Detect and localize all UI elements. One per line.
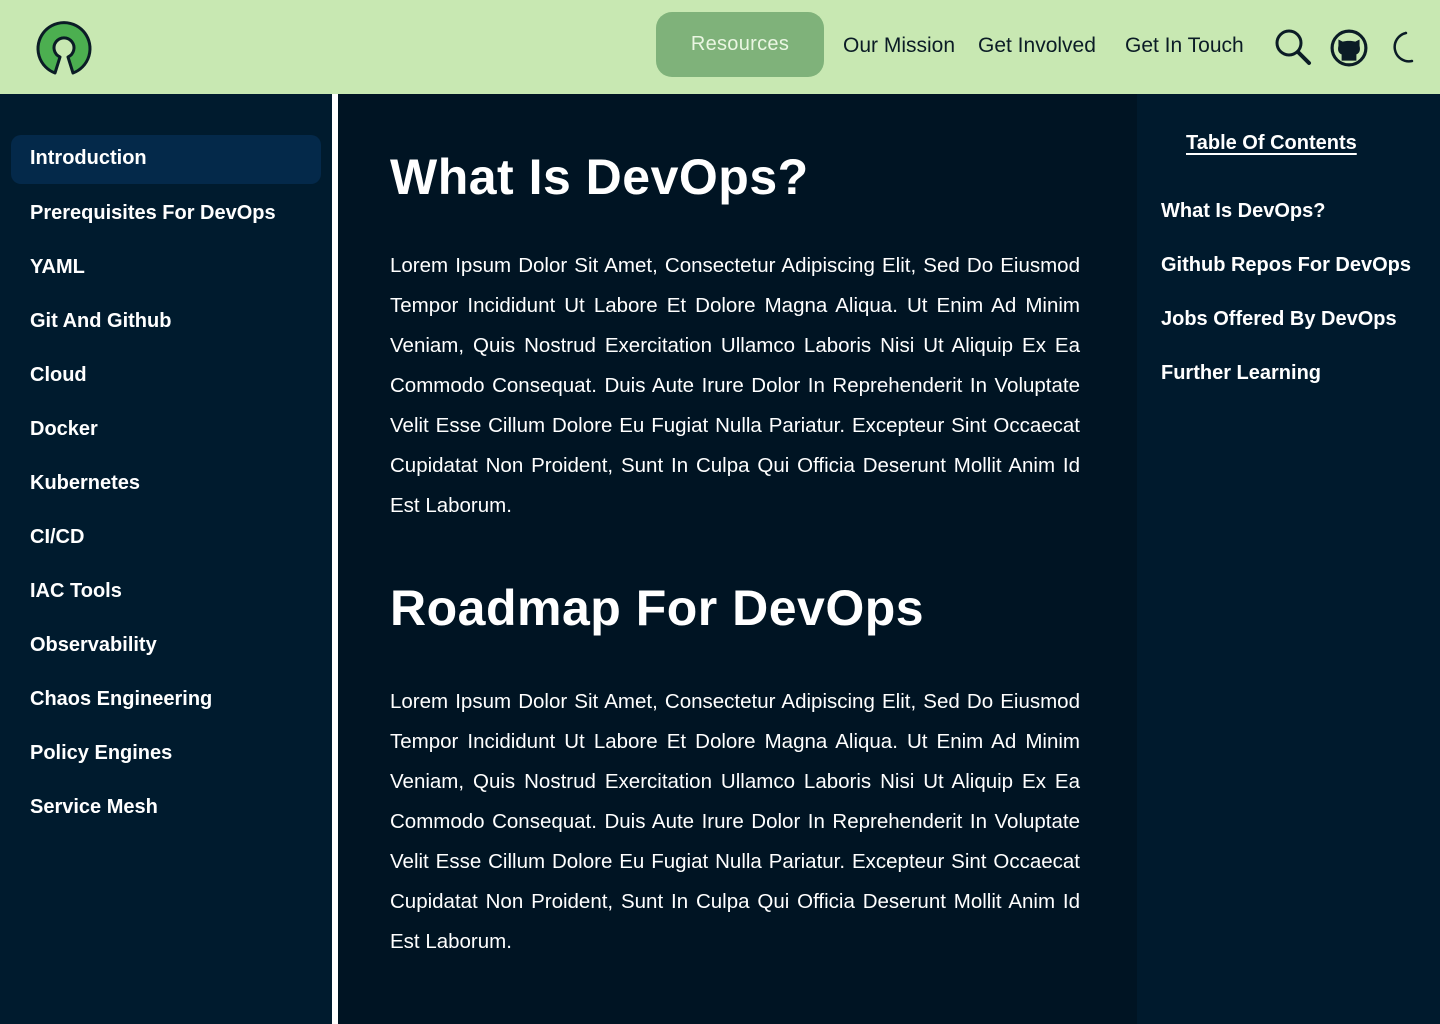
table-of-contents-panel	[1137, 94, 1440, 1024]
toc-item-further-learning[interactable]: Further Learning	[1161, 362, 1321, 385]
toc-item-what-is-devops[interactable]: What Is DevOps?	[1161, 200, 1325, 223]
sidebar-item-yaml[interactable]: YAML	[30, 256, 85, 279]
sidebar-item-kubernetes[interactable]: Kubernetes	[30, 472, 140, 495]
toc-item-github-repos[interactable]: Github Repos For DevOps	[1161, 254, 1411, 277]
sidebar-item-docker[interactable]: Docker	[30, 418, 98, 441]
sidebar-item-ci-cd[interactable]: CI/CD	[30, 526, 84, 549]
nav-get-in-touch-link[interactable]: Get In Touch	[1125, 34, 1244, 58]
github-icon[interactable]	[1330, 29, 1368, 67]
search-icon[interactable]	[1274, 28, 1312, 66]
sidebar-item-chaos-engineering[interactable]: Chaos Engineering	[30, 688, 212, 711]
nav-our-mission-link[interactable]: Our Mission	[843, 34, 955, 58]
section-heading-what-is-devops: What Is DevOps?	[390, 149, 809, 205]
sidebar-item-git-and-github[interactable]: Git And Github	[30, 310, 171, 333]
sidebar-item-policy-engines[interactable]: Policy Engines	[30, 742, 172, 765]
nav-resources-button[interactable]: Resources	[656, 12, 824, 77]
moon-icon[interactable]	[1386, 30, 1416, 64]
sidebar-item-iac-tools[interactable]: IAC Tools	[30, 580, 122, 603]
sidebar-item-prerequisites[interactable]: Prerequisites For DevOps	[30, 202, 276, 225]
open-source-logo[interactable]	[33, 21, 95, 75]
section-body-what-is-devops: Lorem Ipsum Dolor Sit Amet, Consectetur …	[390, 254, 1080, 517]
section-body-roadmap: Lorem Ipsum Dolor Sit Amet, Consectetur …	[390, 690, 1080, 953]
toc-title: Table Of Contents	[1186, 132, 1357, 154]
sidebar-item-cloud[interactable]: Cloud	[30, 364, 87, 387]
sidebar-item-service-mesh[interactable]: Service Mesh	[30, 796, 158, 819]
sidebar-item-introduction[interactable]: Introduction	[30, 147, 147, 170]
toc-item-jobs-offered[interactable]: Jobs Offered By DevOps	[1161, 308, 1397, 331]
sidebar	[0, 94, 332, 1024]
nav-get-involved-link[interactable]: Get Involved	[978, 34, 1096, 58]
section-heading-roadmap: Roadmap For DevOps	[390, 580, 925, 636]
sidebar-item-observability[interactable]: Observability	[30, 634, 157, 657]
